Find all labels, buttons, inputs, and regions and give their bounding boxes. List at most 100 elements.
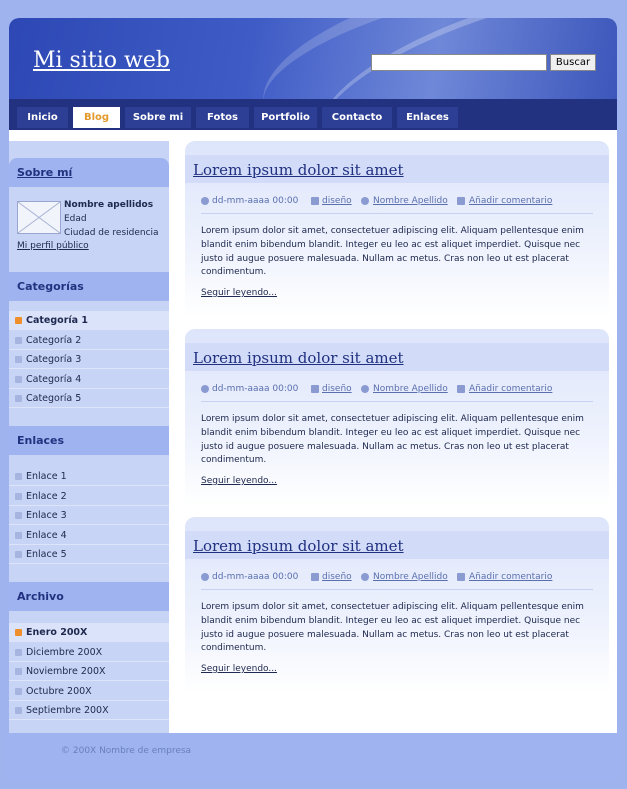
sidebar-item-archive[interactable]: Enero 200X	[9, 623, 169, 642]
site-footer: © 200X Nombre de empresa	[5, 733, 621, 781]
sidebar-item-label: Enero 200X	[26, 627, 88, 638]
nav-item-contacto[interactable]: Contacto	[322, 107, 392, 128]
blog-post: Lorem ipsum dolor sit amet dd-mm-aaaa 00…	[185, 141, 609, 317]
post-date: dd-mm-aaaa 00:00	[212, 384, 299, 394]
bullet-icon	[15, 707, 22, 714]
sidebar-item-label: Categoría 3	[26, 354, 82, 365]
nav-item-blog[interactable]: Blog	[73, 107, 120, 128]
search-button[interactable]: Buscar	[550, 54, 596, 71]
meta-divider	[201, 401, 593, 402]
site-title-link[interactable]: Mi sitio web	[33, 48, 170, 73]
post-title-link[interactable]: Lorem ipsum dolor sit amet	[193, 161, 404, 179]
post-body: Lorem ipsum dolor sit amet, consectetuer…	[201, 226, 584, 278]
bullet-icon	[15, 337, 22, 344]
sidebar-item-label: Septiembre 200X	[26, 705, 109, 716]
post-category-link[interactable]: diseño	[322, 196, 352, 206]
post-date: dd-mm-aaaa 00:00	[212, 196, 299, 206]
sidebar-item-link[interactable]: Enlace 2	[9, 487, 169, 506]
bullet-icon	[15, 688, 22, 695]
read-more-link[interactable]: Seguir leyendo...	[201, 476, 277, 486]
main-content: Lorem ipsum dolor sit amet dd-mm-aaaa 00…	[185, 141, 609, 706]
folder-icon	[311, 573, 319, 581]
comment-icon	[457, 573, 465, 581]
bullet-icon	[15, 473, 22, 480]
read-more-link[interactable]: Seguir leyendo...	[201, 664, 277, 674]
sidebar-item-category[interactable]: Categoría 1	[9, 311, 169, 330]
page-container: Mi sitio web Buscar Inicio Blog Sobre mi…	[9, 18, 617, 734]
comment-icon	[457, 197, 465, 205]
post-date: dd-mm-aaaa 00:00	[212, 572, 299, 582]
sidebar-item-label: Noviembre 200X	[26, 666, 106, 677]
folder-icon	[311, 197, 319, 205]
sidebar-item-label: Categoría 1	[26, 315, 88, 326]
bullet-icon	[15, 356, 22, 363]
sidebar-item-link[interactable]: Enlace 4	[9, 526, 169, 545]
nav-item-enlaces[interactable]: Enlaces	[397, 107, 458, 128]
post-author-link[interactable]: Nombre Apellido	[373, 196, 448, 206]
sidebar-item-archive[interactable]: Septiembre 200X	[9, 701, 169, 720]
bullet-icon	[15, 649, 22, 656]
post-author-link[interactable]: Nombre Apellido	[373, 384, 448, 394]
meta-divider	[201, 213, 593, 214]
profile-age: Edad	[64, 214, 87, 224]
clock-icon	[201, 573, 209, 581]
avatar-placeholder-icon	[17, 201, 61, 234]
comment-icon	[457, 385, 465, 393]
sidebar-item-archive[interactable]: Octubre 200X	[9, 682, 169, 701]
sidebar-item-archive[interactable]: Noviembre 200X	[9, 662, 169, 681]
post-category-link[interactable]: diseño	[322, 384, 352, 394]
sidebar-item-category[interactable]: Categoría 2	[9, 331, 169, 350]
bullet-icon	[15, 629, 22, 636]
add-comment-link[interactable]: Añadir comentario	[469, 572, 552, 582]
bullet-icon	[15, 668, 22, 675]
nav-item-inicio[interactable]: Inicio	[17, 107, 68, 128]
folder-icon	[311, 385, 319, 393]
sidebar-item-link[interactable]: Enlace 1	[9, 467, 169, 486]
sidebar-item-category[interactable]: Categoría 4	[9, 370, 169, 389]
nav-item-fotos[interactable]: Fotos	[196, 107, 249, 128]
profile-city: Ciudad de residencia	[64, 228, 159, 238]
sidebar-item-label: Octubre 200X	[26, 686, 92, 697]
blog-post: Lorem ipsum dolor sit amet dd-mm-aaaa 00…	[185, 329, 609, 505]
bullet-icon	[15, 493, 22, 500]
sidebar-item-label: Enlace 4	[26, 530, 67, 541]
profile-link[interactable]: Mi perfil público	[17, 241, 89, 251]
sidebar: Sobre mí Nombre apellidos Edad Ciudad de…	[9, 141, 169, 734]
read-more-link[interactable]: Seguir leyendo...	[201, 288, 277, 298]
sidebar-item-link[interactable]: Enlace 5	[9, 545, 169, 564]
sidebar-item-label: Enlace 2	[26, 491, 67, 502]
footer-copyright: © 200X Nombre de empresa	[61, 746, 192, 756]
user-icon	[361, 573, 369, 581]
sidebar-item-label: Categoría 4	[26, 374, 82, 385]
bullet-icon	[15, 532, 22, 539]
bullet-icon	[15, 395, 22, 402]
sidebar-item-category[interactable]: Categoría 3	[9, 350, 169, 369]
blog-post: Lorem ipsum dolor sit amet dd-mm-aaaa 00…	[185, 517, 609, 693]
bullet-icon	[15, 551, 22, 558]
bullet-icon	[15, 376, 22, 383]
sidebar-item-archive[interactable]: Diciembre 200X	[9, 643, 169, 662]
sidebar-item-label: Diciembre 200X	[26, 647, 103, 658]
search-input[interactable]	[371, 54, 547, 71]
nav-item-portfolio[interactable]: Portfolio	[254, 107, 317, 128]
post-title-link[interactable]: Lorem ipsum dolor sit amet	[193, 349, 404, 367]
bullet-icon	[15, 317, 22, 324]
clock-icon	[201, 197, 209, 205]
post-title-link[interactable]: Lorem ipsum dolor sit amet	[193, 537, 404, 555]
user-icon	[361, 385, 369, 393]
main-nav: Inicio Blog Sobre mi Fotos Portfolio Con…	[9, 99, 617, 130]
post-author-link[interactable]: Nombre Apellido	[373, 572, 448, 582]
sidebar-item-label: Enlace 1	[26, 471, 67, 482]
sidebar-item-link[interactable]: Enlace 3	[9, 506, 169, 525]
sidebar-item-label: Categoría 2	[26, 335, 82, 346]
sidebar-heading-about[interactable]: Sobre mí	[9, 158, 169, 187]
add-comment-link[interactable]: Añadir comentario	[469, 384, 552, 394]
meta-divider	[201, 589, 593, 590]
sidebar-item-category[interactable]: Categoría 5	[9, 389, 169, 408]
user-icon	[361, 197, 369, 205]
clock-icon	[201, 385, 209, 393]
bullet-icon	[15, 512, 22, 519]
post-category-link[interactable]: diseño	[322, 572, 352, 582]
add-comment-link[interactable]: Añadir comentario	[469, 196, 552, 206]
nav-item-sobre-mi[interactable]: Sobre mi	[125, 107, 191, 128]
